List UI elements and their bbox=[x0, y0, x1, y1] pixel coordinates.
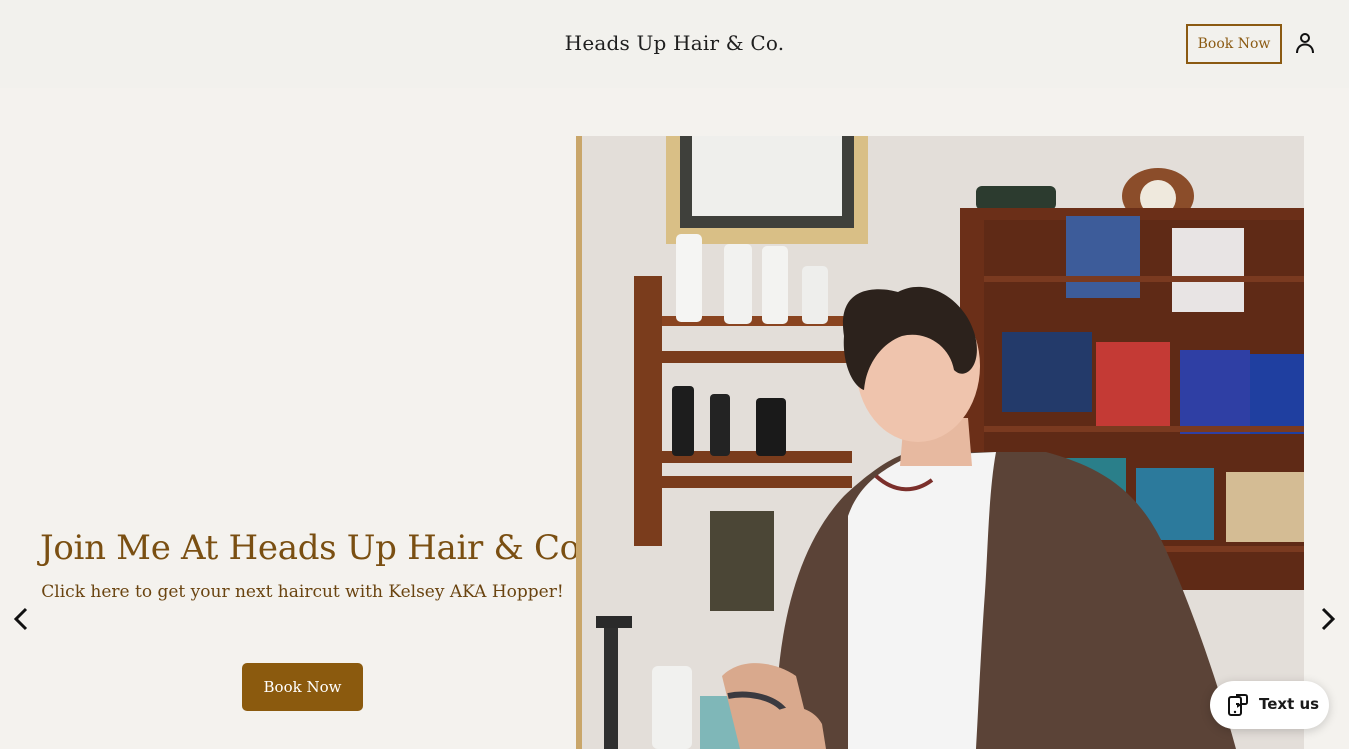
hero-text-block: Join Me At Heads Up Hair & Co. Click her… bbox=[40, 528, 590, 602]
text-us-chat-button[interactable]: Text us bbox=[1210, 681, 1329, 729]
hero-photo bbox=[576, 136, 1304, 749]
chevron-left-icon[interactable] bbox=[8, 604, 36, 634]
text-us-label: Text us bbox=[1259, 695, 1320, 713]
hero-title: Join Me At Heads Up Hair & Co. bbox=[40, 528, 590, 568]
hero-book-now-button[interactable]: Book Now bbox=[242, 663, 363, 711]
chevron-right-icon[interactable] bbox=[1313, 604, 1341, 634]
message-phone-icon bbox=[1228, 694, 1248, 716]
site-header: Heads Up Hair & Co. Book Now bbox=[0, 0, 1349, 88]
hero-subtitle[interactable]: Click here to get your next haircut with… bbox=[40, 582, 565, 602]
person-icon[interactable] bbox=[1294, 32, 1316, 54]
hero-photo-illustration bbox=[576, 136, 1304, 749]
site-brand[interactable]: Heads Up Hair & Co. bbox=[0, 31, 1349, 55]
header-book-now-button[interactable]: Book Now bbox=[1186, 24, 1282, 64]
